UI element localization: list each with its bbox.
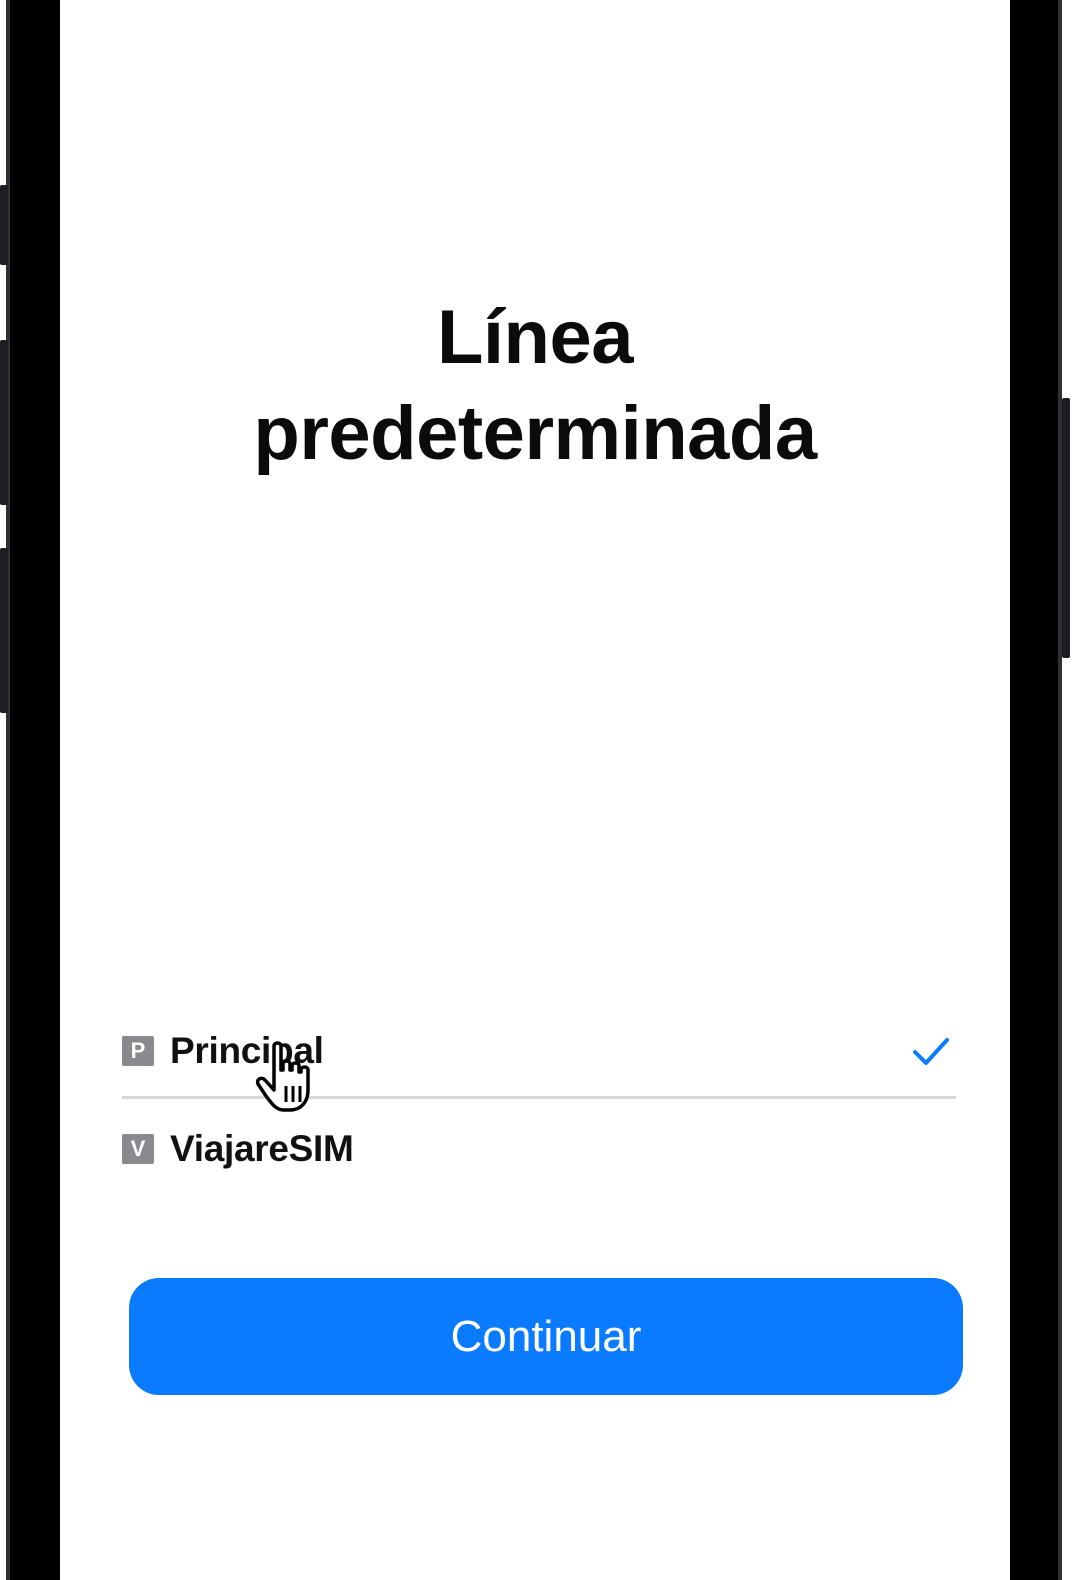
device-bezel-right [1010, 0, 1062, 1580]
volume-up-button [0, 340, 8, 505]
page-title: Línea predeterminada [60, 290, 1010, 482]
line-option-principal[interactable]: P Principal [122, 1020, 956, 1082]
device-frame: Línea predeterminada P Principal V Viaja… [0, 0, 1076, 1580]
line-label-viajaresim: ViajareSIM [170, 1128, 354, 1169]
silent-switch [0, 185, 8, 265]
title-line-1: Línea [437, 295, 634, 380]
device-bezel-left [6, 0, 60, 1580]
checkmark-icon [913, 1038, 949, 1065]
continue-button[interactable]: Continuar [129, 1278, 963, 1395]
title-line-2: predeterminada [253, 391, 817, 476]
setup-screen: Línea predeterminada P Principal V Viaja… [60, 0, 1010, 1580]
volume-down-button [0, 548, 8, 713]
line-option-viajaresim[interactable]: V ViajareSIM [122, 1118, 956, 1180]
sim-badge-p: P [122, 1036, 154, 1066]
power-button [1062, 398, 1070, 658]
sim-badge-v: V [122, 1134, 154, 1164]
hand-cursor-icon [255, 1041, 310, 1112]
option-divider [122, 1096, 956, 1099]
